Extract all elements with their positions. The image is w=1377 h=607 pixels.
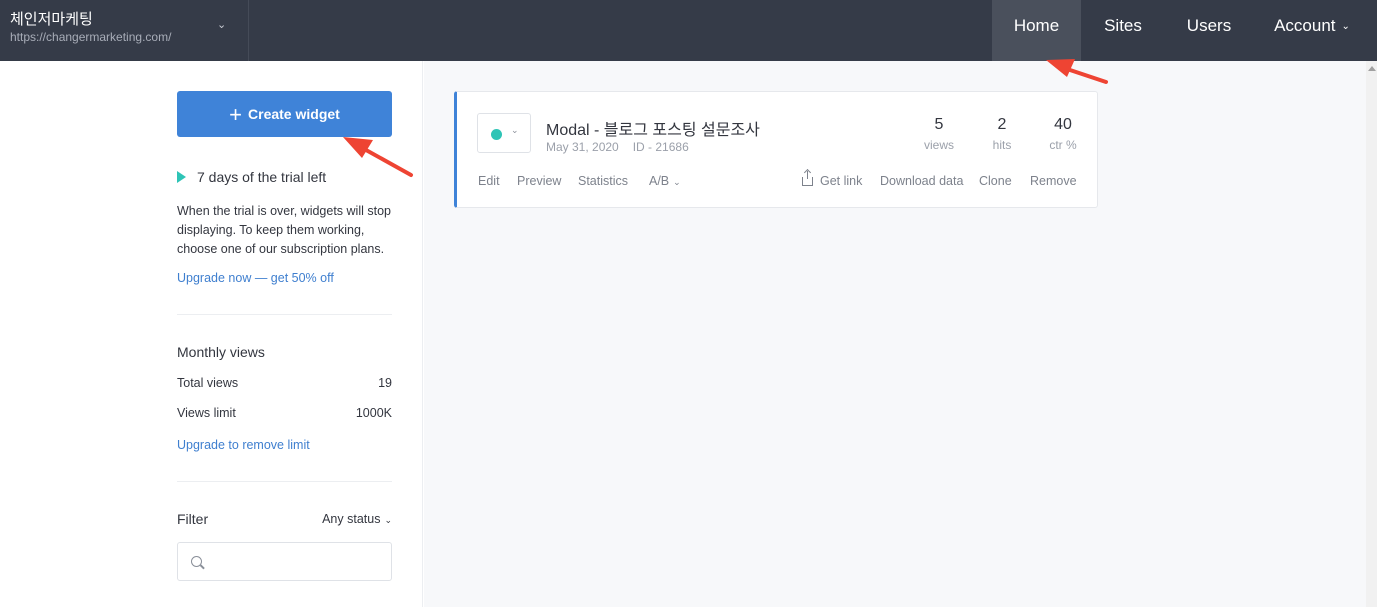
annotation-arrow-create [343, 137, 413, 177]
annotation-arrows [343, 59, 1108, 177]
annotation-arrow-home [1046, 59, 1108, 84]
